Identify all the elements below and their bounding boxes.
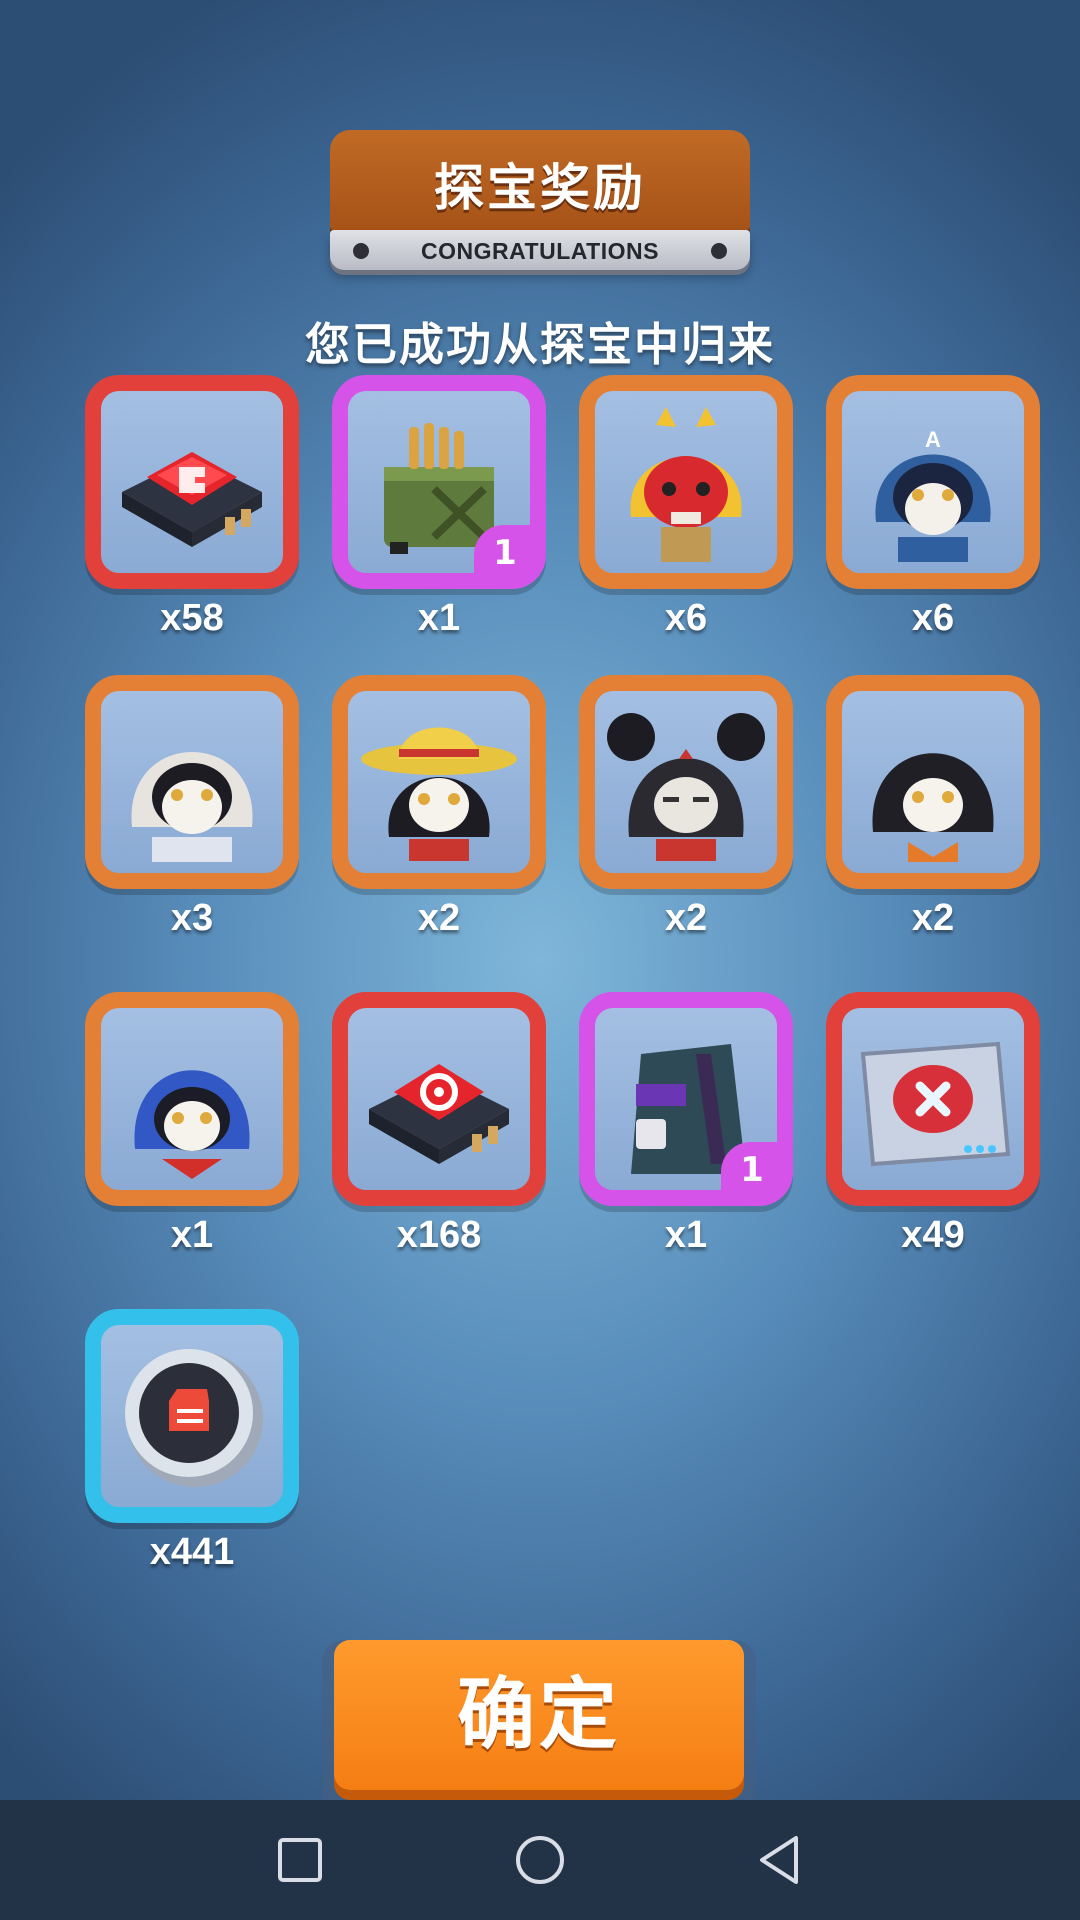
black-hood-skull-icon	[846, 695, 1020, 869]
reward-item[interactable]: x3	[85, 675, 299, 965]
title-plaque: 探宝奖励 CONGRATULATIONS	[330, 130, 750, 275]
reward-frame: A	[826, 375, 1040, 589]
reward-quantity: x49	[901, 1214, 965, 1256]
reward-frame	[85, 1309, 299, 1523]
reward-quantity: x58	[160, 597, 224, 639]
reward-frame	[85, 992, 299, 1206]
reward-frame	[579, 675, 793, 889]
reward-item[interactable]: x49	[826, 992, 1040, 1282]
red-chip-gear-icon	[352, 1012, 526, 1186]
medkit-pad-icon	[846, 1012, 1020, 1186]
reward-item[interactable]: x2	[332, 675, 546, 965]
back-icon[interactable]	[750, 1830, 810, 1890]
reward-frame: 1	[332, 375, 546, 589]
count-badge: 1	[721, 1142, 783, 1196]
red-chip-fist-icon	[105, 395, 279, 569]
blue-hood-skull-icon	[105, 1012, 279, 1186]
reward-frame	[85, 675, 299, 889]
white-hood-skull-icon	[105, 695, 279, 869]
reward-frame	[826, 992, 1040, 1206]
mouse-ears-skull-icon	[599, 695, 773, 869]
reward-frame	[332, 992, 546, 1206]
captain-hood-skull-icon: A	[846, 395, 1020, 569]
reward-item[interactable]: x58	[85, 375, 299, 665]
reward-quantity: x6	[911, 597, 955, 639]
reward-quantity: x1	[170, 1214, 214, 1256]
result-message: 您已成功从探宝中归来	[304, 318, 775, 371]
rivet-icon	[711, 243, 727, 259]
reward-item[interactable]: x6	[579, 375, 793, 665]
count-badge: 1	[474, 525, 536, 579]
reward-frame	[332, 675, 546, 889]
reward-frame	[579, 375, 793, 589]
reward-item[interactable]: 1 x1	[332, 375, 546, 665]
reward-item[interactable]: x2	[579, 675, 793, 965]
plaque-banner: CONGRATULATIONS	[330, 230, 750, 270]
reward-quantity: x6	[664, 597, 708, 639]
recent-apps-icon[interactable]	[270, 1830, 330, 1890]
reward-item[interactable]: x1	[85, 992, 299, 1282]
congratulations-label: CONGRATULATIONS	[421, 238, 659, 264]
reward-quantity: x1	[417, 597, 461, 639]
reward-quantity: x2	[664, 897, 708, 939]
reward-frame	[85, 375, 299, 589]
reward-quantity: x2	[417, 897, 461, 939]
reward-item[interactable]: x441	[85, 1309, 299, 1575]
reward-item[interactable]: 1 x1	[579, 992, 793, 1282]
system-navigation-bar	[0, 1800, 1080, 1920]
plaque-top: 探宝奖励	[330, 130, 750, 230]
reward-quantity: x3	[170, 897, 214, 939]
reward-grid: x58 1 x1 x6 A x6 x3 x2 x2 x2 x1 x168 1 x…	[85, 375, 1045, 1575]
page-title: 探宝奖励	[434, 159, 646, 217]
yellow-hood-skull-icon	[599, 395, 773, 569]
reward-quantity: x2	[911, 897, 955, 939]
confirm-button[interactable]: 确定	[334, 1640, 744, 1790]
reward-quantity: x168	[396, 1214, 482, 1256]
fist-coin-icon	[105, 1329, 279, 1503]
reward-quantity: x441	[149, 1531, 235, 1573]
confirm-button-container: 确定	[322, 1640, 756, 1815]
reward-frame: 1	[579, 992, 793, 1206]
svg-text:A: A	[925, 427, 941, 452]
reward-frame	[826, 675, 1040, 889]
reward-quantity: x1	[664, 1214, 708, 1256]
reward-item[interactable]: A x6	[826, 375, 1040, 665]
straw-hat-skull-icon	[352, 695, 526, 869]
home-icon[interactable]	[510, 1830, 570, 1890]
reward-item[interactable]: x2	[826, 675, 1040, 965]
reward-item[interactable]: x168	[332, 992, 546, 1282]
